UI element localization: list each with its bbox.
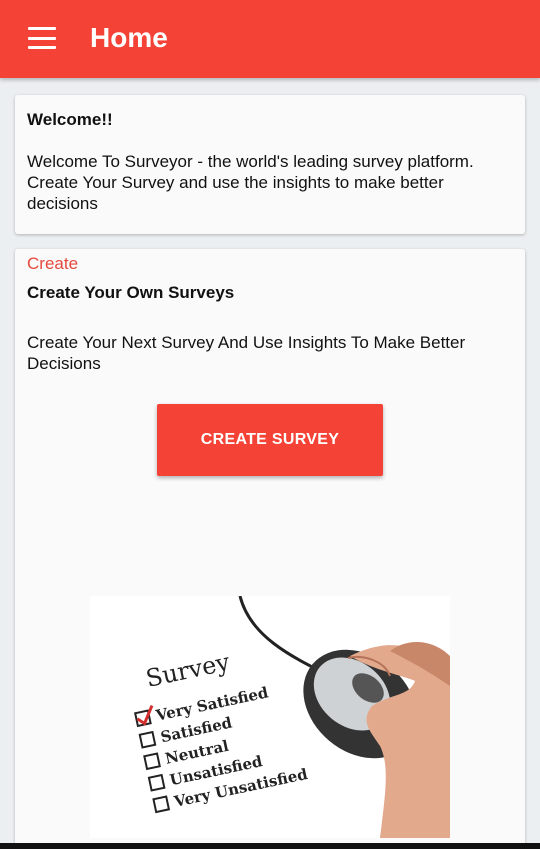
create-text: Create Your Next Survey And Use Insights…	[27, 333, 466, 373]
create-survey-button[interactable]: CREATE SURVEY	[157, 404, 383, 476]
create-heading: Create Your Own Surveys	[27, 283, 235, 302]
app-bar: Home	[0, 0, 540, 78]
survey-illustration-svg: Survey Very Satisfied Satisfied Neutral …	[134, 596, 450, 838]
checkmark-icon	[136, 704, 154, 726]
survey-checkbox	[147, 773, 166, 792]
survey-checkbox	[138, 730, 157, 749]
survey-image-title: Survey	[143, 648, 232, 693]
create-card: Create Create Your Own Surveys Create Yo…	[15, 249, 525, 849]
welcome-heading: Welcome!!	[27, 110, 113, 129]
survey-checkbox	[152, 795, 171, 814]
survey-checkbox	[143, 752, 161, 771]
create-label: Create	[27, 254, 79, 273]
page-title: Home	[90, 22, 168, 53]
hamburger-menu-icon[interactable]	[28, 27, 56, 49]
welcome-text: Welcome To Surveyor - the world's leadin…	[27, 152, 474, 213]
navigation-bar-edge	[0, 843, 540, 849]
survey-illustration: Survey Very Satisfied Satisfied Neutral …	[90, 596, 450, 838]
welcome-card: Welcome!! Welcome To Surveyor - the worl…	[15, 95, 525, 234]
